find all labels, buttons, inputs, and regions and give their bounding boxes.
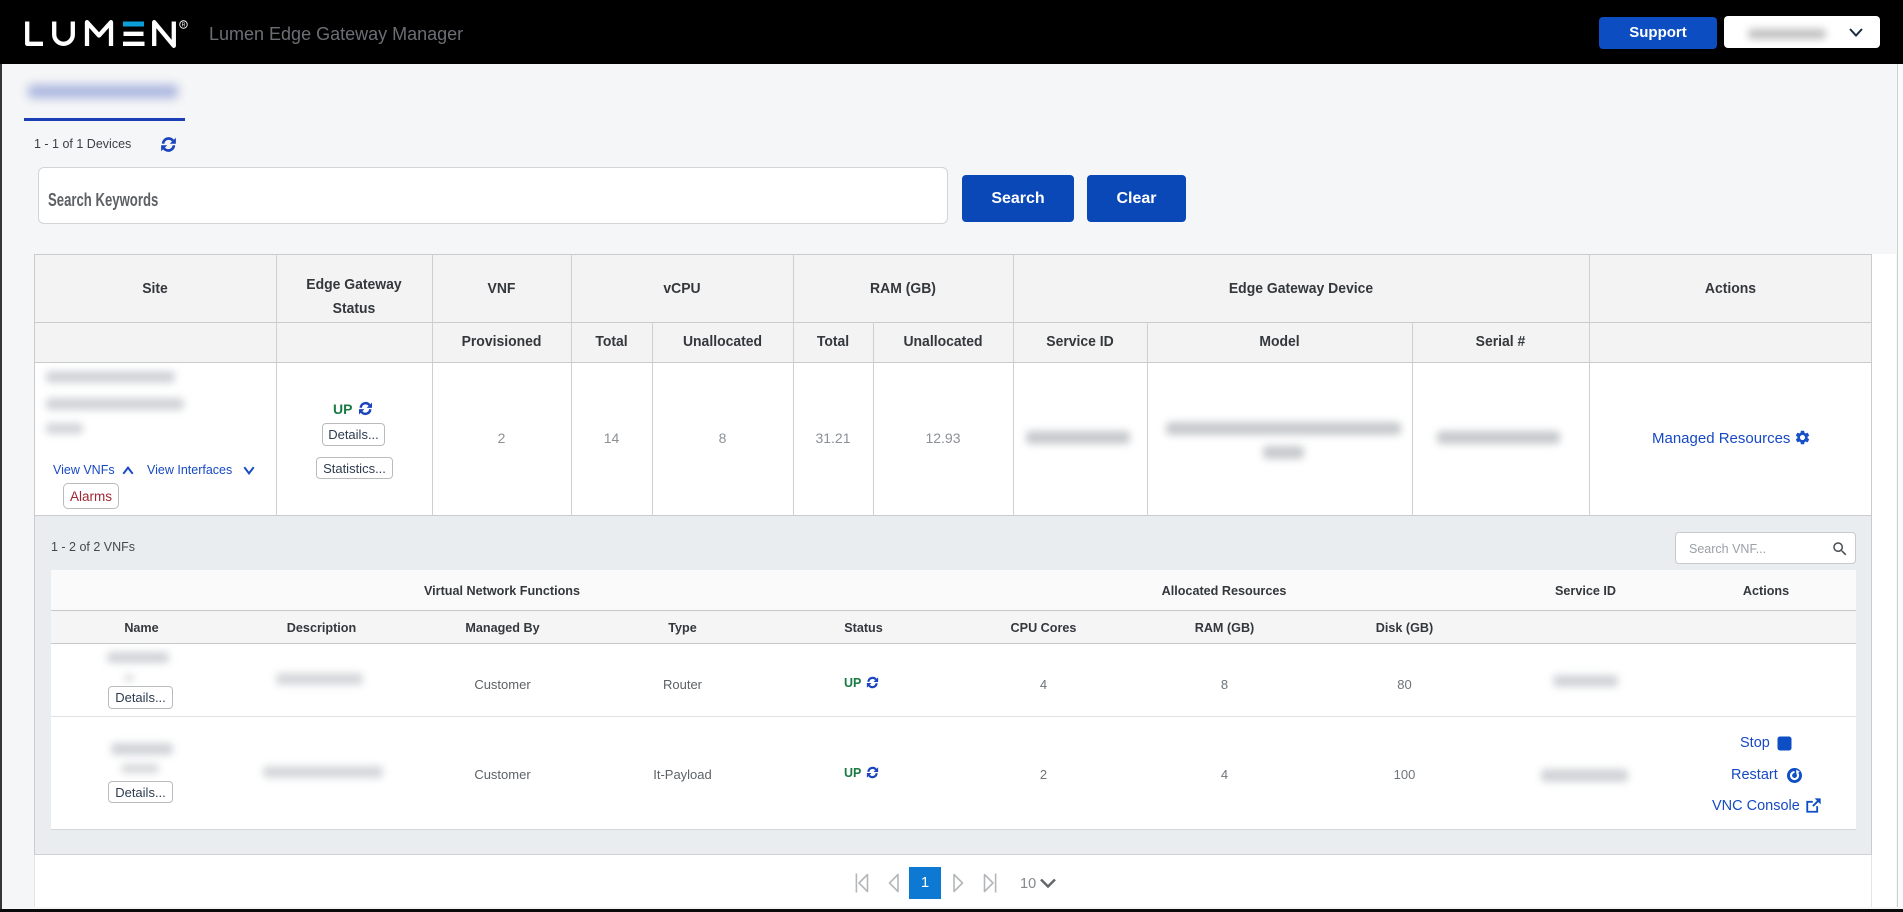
svg-text:R: R: [182, 22, 186, 28]
